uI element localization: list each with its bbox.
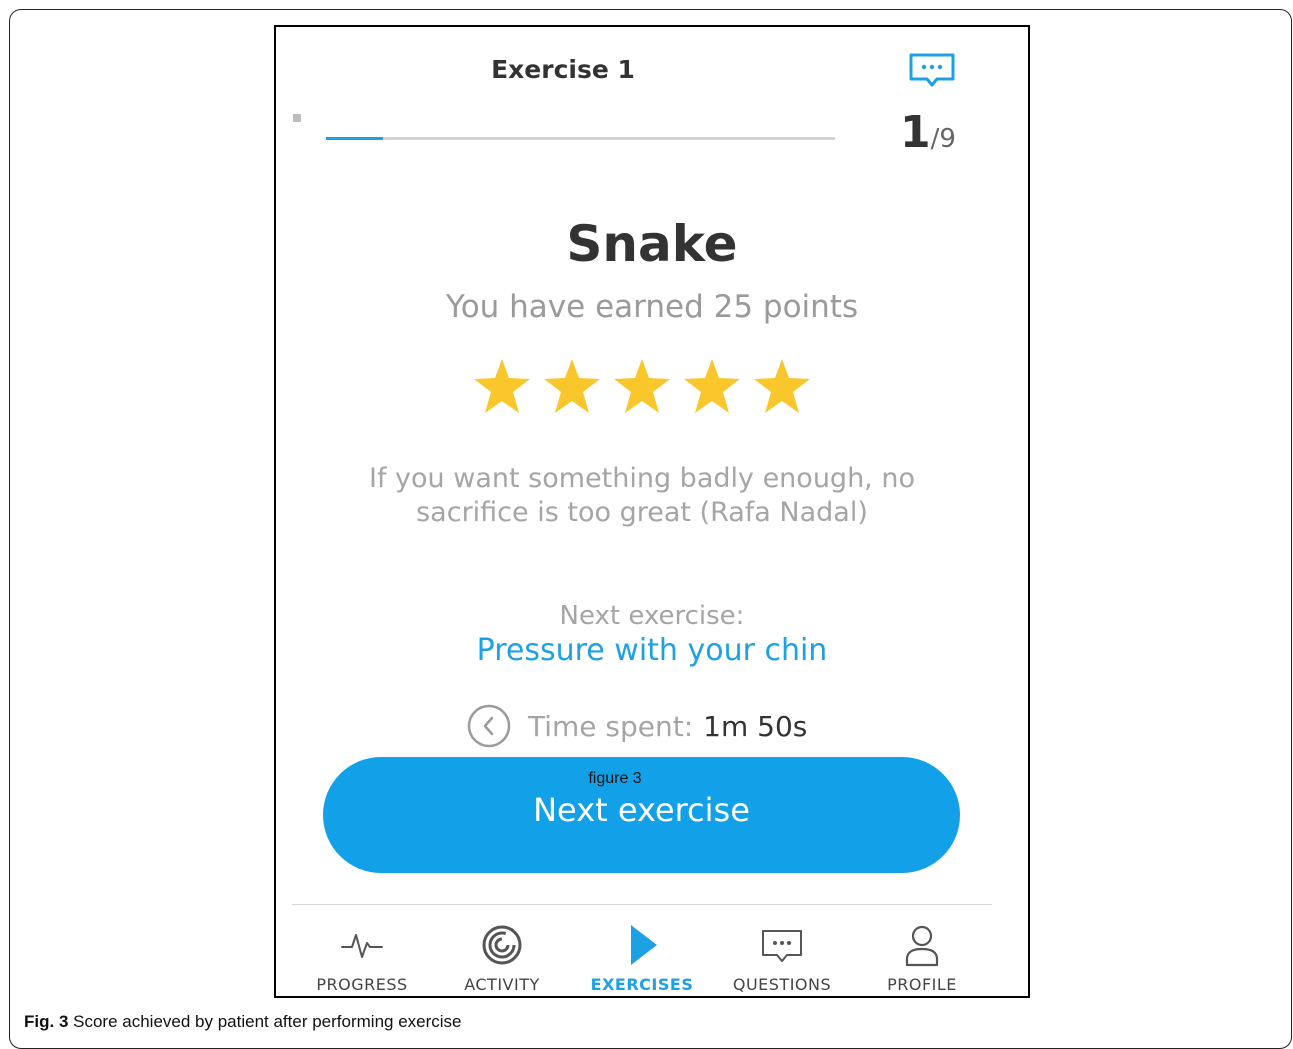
next-exercise-label: Next exercise:	[559, 601, 745, 631]
time-spent-value: 1m 50s	[703, 709, 808, 743]
tab-questions-label: QUESTIONS	[732, 975, 832, 994]
star-icon	[614, 359, 670, 413]
chat-icon[interactable]	[907, 51, 957, 91]
points-earned-text: You have earned 25 points	[445, 289, 859, 325]
exercise-progress-bar	[326, 137, 835, 140]
motivational-quote: If you want something badly enough, no s…	[369, 463, 915, 528]
tab-progress-label: PROGRESS	[316, 975, 408, 994]
counter-total: /9	[930, 124, 956, 154]
tab-progress[interactable]: PROGRESS	[292, 905, 432, 996]
star-rating	[472, 357, 812, 417]
bottom-tab-bar: PROGRESS ACTIVITY EXERCISES QUESTIONS PR…	[292, 904, 992, 996]
next-exercise-button[interactable]: figure 3 Next exercise	[323, 757, 960, 873]
time-spent-label: Time spent:	[528, 709, 694, 743]
phone-screen: Exercise 1 1/9 Snake You have earned 25 …	[274, 25, 1030, 998]
tab-exercises[interactable]: EXERCISES	[572, 905, 712, 996]
exercise-name: Snake	[566, 215, 738, 273]
star-icon	[754, 359, 810, 413]
star-icon	[544, 359, 600, 413]
tab-activity[interactable]: ACTIVITY	[432, 905, 572, 996]
tab-profile-label: PROFILE	[887, 975, 957, 994]
figure-caption-label: Fig. 3	[24, 1012, 69, 1031]
next-exercise-button-label: Next exercise	[533, 791, 750, 829]
next-exercise-link[interactable]: Pressure with your chin	[276, 633, 1028, 668]
activity-rings-icon	[482, 925, 522, 965]
page-title: Exercise 1	[491, 55, 635, 84]
tab-profile[interactable]: PROFILE	[852, 905, 992, 996]
star-icon	[684, 359, 740, 413]
person-icon	[905, 925, 939, 967]
figure-caption-text: Score achieved by patient after performi…	[68, 1012, 462, 1031]
figure-caption: Fig. 3 Score achieved by patient after p…	[24, 1012, 462, 1032]
tab-activity-label: ACTIVITY	[464, 975, 540, 994]
exercise-counter: 1/9	[900, 107, 956, 158]
back-arrow-circle-icon	[467, 704, 511, 748]
play-icon	[631, 925, 657, 965]
exercise-progress-fill	[326, 137, 383, 140]
time-spent-row: Time spent: 1m 50s	[466, 703, 807, 749]
tab-questions[interactable]: QUESTIONS	[712, 905, 852, 996]
figure-label: figure 3	[588, 770, 642, 787]
tab-exercises-label: EXERCISES	[590, 975, 694, 994]
chat-icon	[762, 930, 802, 962]
counter-current: 1	[900, 107, 931, 158]
progress-marker	[293, 114, 301, 122]
pulse-icon	[341, 934, 383, 958]
star-icon	[474, 359, 530, 413]
